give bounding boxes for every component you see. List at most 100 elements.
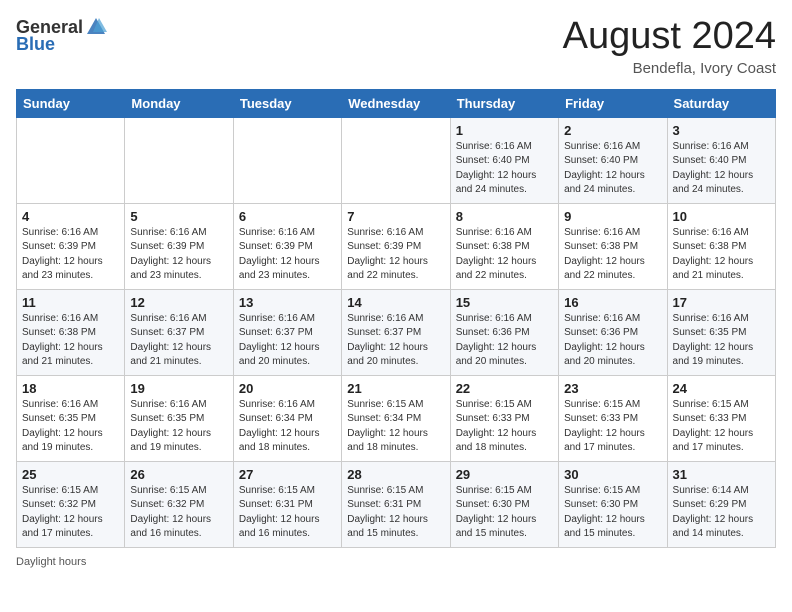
calendar-day-cell: 3Sunrise: 6:16 AM Sunset: 6:40 PM Daylig… [667, 117, 775, 203]
day-number: 13 [239, 295, 336, 310]
calendar-week-row: 11Sunrise: 6:16 AM Sunset: 6:38 PM Dayli… [17, 289, 776, 375]
calendar-day-cell: 9 Sunrise: 6:16 AM Sunset: 6:38 PM Daylig… [559, 203, 667, 289]
location-subtitle: Bendefla, Ivory Coast [563, 60, 776, 77]
day-number: 20 [239, 381, 336, 396]
day-number: 18 [22, 381, 119, 396]
day-number: 10 [673, 209, 770, 224]
calendar-day-cell: 17 Sunrise: 6:16 AM Sunset: 6:35 PM Dayli… [667, 289, 775, 375]
calendar-day-cell: 7 Sunrise: 6:16 AM Sunset: 6:39 PM Daylig… [342, 203, 450, 289]
day-detail: Sunrise: 6:16 AM Sunset: 6:35 PM Dayligh… [22, 398, 119, 456]
day-detail: Sunrise: 6:15 AM Sunset: 6:30 PM Dayligh… [456, 484, 553, 542]
calendar-day-cell: 2 Sunrise: 6:16 AM Sunset: 6:40 PM Daylig… [559, 117, 667, 203]
calendar-day-cell [125, 117, 233, 203]
day-detail: Sunrise: 6:15 AM Sunset: 6:31 PM Dayligh… [347, 484, 444, 542]
day-detail: Sunrise: 6:16 AM Sunset: 6:39 PM Dayligh… [22, 226, 119, 284]
calendar-day-cell [233, 117, 341, 203]
day-detail: Sunrise: 6:16 AM Sunset: 6:34 PM Dayligh… [239, 398, 336, 456]
day-number: 31 [673, 467, 770, 482]
calendar-week-row: 1Sunrise: 6:16 AM Sunset: 6:40 PM Daylig… [17, 117, 776, 203]
day-detail: Sunrise: 6:16 AM Sunset: 6:36 PM Dayligh… [564, 312, 661, 370]
calendar-day-cell [342, 117, 450, 203]
day-detail: Sunrise: 6:16 AM Sunset: 6:38 PM Dayligh… [456, 226, 553, 284]
footer: Daylight hours [16, 556, 776, 568]
day-number: 30 [564, 467, 661, 482]
day-number: 21 [347, 381, 444, 396]
day-number: 14 [347, 295, 444, 310]
title-block: August 2024 Bendefla, Ivory Coast [563, 16, 776, 77]
day-number: 24 [673, 381, 770, 396]
day-number: 27 [239, 467, 336, 482]
calendar-day-cell: 10 Sunrise: 6:16 AM Sunset: 6:38 PM Dayli… [667, 203, 775, 289]
day-number: 16 [564, 295, 661, 310]
day-number: 15 [456, 295, 553, 310]
day-detail: Sunrise: 6:16 AM Sunset: 6:39 PM Dayligh… [347, 226, 444, 284]
day-detail: Sunrise: 6:15 AM Sunset: 6:32 PM Dayligh… [130, 484, 227, 542]
day-detail: Sunrise: 6:15 AM Sunset: 6:31 PM Dayligh… [239, 484, 336, 542]
day-detail: Sunrise: 6:16 AM Sunset: 6:37 PM Dayligh… [130, 312, 227, 370]
day-number: 25 [22, 467, 119, 482]
calendar-day-cell: 19Sunrise: 6:16 AM Sunset: 6:35 PM Dayli… [125, 375, 233, 461]
day-detail: Sunrise: 6:16 AM Sunset: 6:37 PM Dayligh… [347, 312, 444, 370]
day-detail: Sunrise: 6:16 AM Sunset: 6:37 PM Dayligh… [239, 312, 336, 370]
day-number: 2 [564, 123, 661, 138]
calendar-week-row: 18 Sunrise: 6:16 AM Sunset: 6:35 PM Dayli… [17, 375, 776, 461]
calendar-day-cell: 16 Sunrise: 6:16 AM Sunset: 6:36 PM Dayli… [559, 289, 667, 375]
day-number: 6 [239, 209, 336, 224]
day-detail: Sunrise: 6:15 AM Sunset: 6:33 PM Dayligh… [564, 398, 661, 456]
calendar-day-cell: 23 Sunrise: 6:15 AM Sunset: 6:33 PM Dayli… [559, 375, 667, 461]
day-number: 28 [347, 467, 444, 482]
day-number: 29 [456, 467, 553, 482]
month-title: August 2024 [563, 16, 776, 58]
calendar-day-cell: 14 Sunrise: 6:16 AM Sunset: 6:37 PM Dayli… [342, 289, 450, 375]
calendar-day-cell [17, 117, 125, 203]
day-number: 9 [564, 209, 661, 224]
day-detail: Sunrise: 6:15 AM Sunset: 6:32 PM Dayligh… [22, 484, 119, 542]
logo-blue: Blue [16, 34, 55, 55]
calendar-week-row: 25 Sunrise: 6:15 AM Sunset: 6:32 PM Dayli… [17, 461, 776, 547]
calendar-day-cell: 25 Sunrise: 6:15 AM Sunset: 6:32 PM Dayli… [17, 461, 125, 547]
calendar-day-cell: 4 Sunrise: 6:16 AM Sunset: 6:39 PM Daylig… [17, 203, 125, 289]
calendar-day-cell: 1Sunrise: 6:16 AM Sunset: 6:40 PM Daylig… [450, 117, 558, 203]
calendar-day-cell: 6 Sunrise: 6:16 AM Sunset: 6:39 PM Daylig… [233, 203, 341, 289]
calendar-day-cell: 11Sunrise: 6:16 AM Sunset: 6:38 PM Dayli… [17, 289, 125, 375]
day-number: 5 [130, 209, 227, 224]
calendar-week-row: 4 Sunrise: 6:16 AM Sunset: 6:39 PM Daylig… [17, 203, 776, 289]
day-of-week-header: Saturday [667, 89, 775, 117]
day-of-week-header: Thursday [450, 89, 558, 117]
day-detail: Sunrise: 6:15 AM Sunset: 6:33 PM Dayligh… [456, 398, 553, 456]
day-number: 26 [130, 467, 227, 482]
calendar-day-cell: 22Sunrise: 6:15 AM Sunset: 6:33 PM Dayli… [450, 375, 558, 461]
calendar-day-cell: 8Sunrise: 6:16 AM Sunset: 6:38 PM Daylig… [450, 203, 558, 289]
day-detail: Sunrise: 6:16 AM Sunset: 6:39 PM Dayligh… [239, 226, 336, 284]
day-detail: Sunrise: 6:16 AM Sunset: 6:35 PM Dayligh… [130, 398, 227, 456]
calendar-day-cell: 26 Sunrise: 6:15 AM Sunset: 6:32 PM Dayli… [125, 461, 233, 547]
day-detail: Sunrise: 6:15 AM Sunset: 6:33 PM Dayligh… [673, 398, 770, 456]
calendar-day-cell: 27 Sunrise: 6:15 AM Sunset: 6:31 PM Dayli… [233, 461, 341, 547]
calendar-day-cell: 18 Sunrise: 6:16 AM Sunset: 6:35 PM Dayli… [17, 375, 125, 461]
day-of-week-header: Sunday [17, 89, 125, 117]
day-of-week-header: Tuesday [233, 89, 341, 117]
day-detail: Sunrise: 6:16 AM Sunset: 6:40 PM Dayligh… [673, 140, 770, 198]
day-detail: Sunrise: 6:16 AM Sunset: 6:40 PM Dayligh… [564, 140, 661, 198]
calendar-day-cell: 15 Sunrise: 6:16 AM Sunset: 6:36 PM Dayli… [450, 289, 558, 375]
logo-icon [85, 16, 107, 38]
day-number: 17 [673, 295, 770, 310]
day-number: 23 [564, 381, 661, 396]
day-detail: Sunrise: 6:14 AM Sunset: 6:29 PM Dayligh… [673, 484, 770, 542]
day-detail: Sunrise: 6:16 AM Sunset: 6:35 PM Dayligh… [673, 312, 770, 370]
calendar-day-cell: 28 Sunrise: 6:15 AM Sunset: 6:31 PM Dayli… [342, 461, 450, 547]
calendar-day-cell: 13 Sunrise: 6:16 AM Sunset: 6:37 PM Dayli… [233, 289, 341, 375]
page-header: General Blue August 2024 Bendefla, Ivory… [16, 16, 776, 77]
day-number: 7 [347, 209, 444, 224]
day-detail: Sunrise: 6:16 AM Sunset: 6:39 PM Dayligh… [130, 226, 227, 284]
day-number: 4 [22, 209, 119, 224]
day-number: 12 [130, 295, 227, 310]
calendar-table: SundayMondayTuesdayWednesdayThursdayFrid… [16, 89, 776, 548]
day-detail: Sunrise: 6:16 AM Sunset: 6:36 PM Dayligh… [456, 312, 553, 370]
day-of-week-header: Friday [559, 89, 667, 117]
calendar-day-cell: 5 Sunrise: 6:16 AM Sunset: 6:39 PM Daylig… [125, 203, 233, 289]
day-detail: Sunrise: 6:16 AM Sunset: 6:38 PM Dayligh… [673, 226, 770, 284]
day-detail: Sunrise: 6:16 AM Sunset: 6:38 PM Dayligh… [564, 226, 661, 284]
calendar-day-cell: 21 Sunrise: 6:15 AM Sunset: 6:34 PM Dayli… [342, 375, 450, 461]
day-detail: Sunrise: 6:15 AM Sunset: 6:34 PM Dayligh… [347, 398, 444, 456]
